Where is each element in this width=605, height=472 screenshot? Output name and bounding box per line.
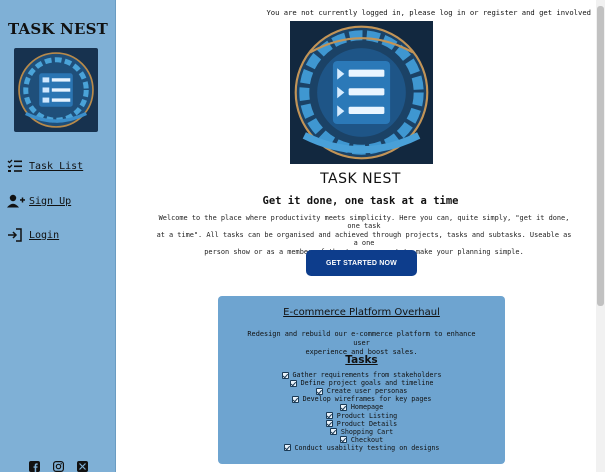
hero-logo <box>290 21 433 164</box>
task-label: Homepage <box>350 403 384 412</box>
task-label: Conduct usability testing on designs <box>294 443 440 452</box>
checkbox-checked-icon[interactable] <box>283 444 291 452</box>
list-item: Product Details <box>218 420 505 428</box>
list-item: Conduct usability testing on designs <box>218 444 505 452</box>
task-label: Define project goals and timeline <box>300 379 434 388</box>
x-twitter-icon[interactable] <box>76 457 88 472</box>
scrollbar-thumb[interactable] <box>597 6 604 306</box>
list-item: Develop wireframes for key pages <box>218 395 505 403</box>
checkbox-checked-icon[interactable] <box>339 403 347 411</box>
project-title-link[interactable]: E-commerce Platform Overhaul <box>218 307 505 318</box>
checkbox-checked-icon[interactable] <box>315 387 323 395</box>
tasks-heading: Tasks <box>345 354 378 366</box>
list-item: Product Listing <box>218 411 505 420</box>
task-label: Product Listing <box>336 411 398 420</box>
sidebar: TASK NEST Task List Sign Up Login <box>0 0 116 472</box>
intro-line: at a time". All tasks can be organised a… <box>156 230 572 248</box>
checkbox-checked-icon[interactable] <box>325 412 333 420</box>
sidebar-item-login[interactable]: Login <box>7 225 59 245</box>
get-started-button[interactable]: GET STARTED NOW <box>306 250 417 276</box>
sidebar-item-sign-up[interactable]: Sign Up <box>7 191 71 211</box>
task-label: Product Details <box>336 419 398 428</box>
facebook-icon[interactable] <box>28 457 40 472</box>
task-label: Create user personas <box>326 387 408 396</box>
login-arrow-icon <box>7 228 25 242</box>
list-item: Gather requirements from stakeholders <box>218 371 505 379</box>
task-label: Gather requirements from stakeholders <box>292 371 442 380</box>
list-item: Define project goals and timeline <box>218 379 505 387</box>
list-item: Shopping Cart <box>218 428 505 436</box>
task-list-icon <box>7 159 25 173</box>
sidebar-item-label: Sign Up <box>29 195 72 207</box>
user-plus-icon <box>7 194 25 208</box>
intro-line: Welcome to the place where productivity … <box>158 214 570 231</box>
sidebar-item-label: Login <box>29 229 60 241</box>
sidebar-brand: TASK NEST <box>7 20 108 38</box>
sidebar-item-label: Task List <box>29 160 84 172</box>
list-item: Checkout <box>218 436 505 444</box>
task-list: Gather requirements from stakeholders De… <box>218 371 505 452</box>
checkbox-checked-icon[interactable] <box>291 395 299 403</box>
task-nest-logo[interactable] <box>14 48 98 132</box>
checkbox-checked-icon[interactable] <box>289 379 297 387</box>
auth-notice: You are not currently logged in, please … <box>266 8 591 17</box>
sidebar-item-task-list[interactable]: Task List <box>7 156 83 176</box>
task-label: Develop wireframes for key pages <box>302 395 432 404</box>
list-item: Homepage <box>218 403 505 411</box>
list-item: Create user personas <box>218 387 505 395</box>
page-title: TASK NEST <box>320 171 401 187</box>
social-links <box>0 457 116 472</box>
tagline: Get it done, one task at a time <box>262 195 459 207</box>
task-label: Shopping Cart <box>340 427 394 436</box>
instagram-icon[interactable] <box>52 457 64 472</box>
checkbox-checked-icon[interactable] <box>329 428 337 436</box>
project-card: E-commerce Platform Overhaul Redesign an… <box>218 296 505 464</box>
description-line: Redesign and rebuild our e-commerce plat… <box>247 330 476 347</box>
task-label: Checkout <box>350 435 384 444</box>
checkbox-checked-icon[interactable] <box>281 371 289 379</box>
checkbox-checked-icon[interactable] <box>339 436 347 444</box>
project-description: Redesign and rebuild our e-commerce plat… <box>238 330 485 357</box>
checkbox-checked-icon[interactable] <box>325 420 333 428</box>
vertical-scrollbar[interactable] <box>596 0 605 472</box>
